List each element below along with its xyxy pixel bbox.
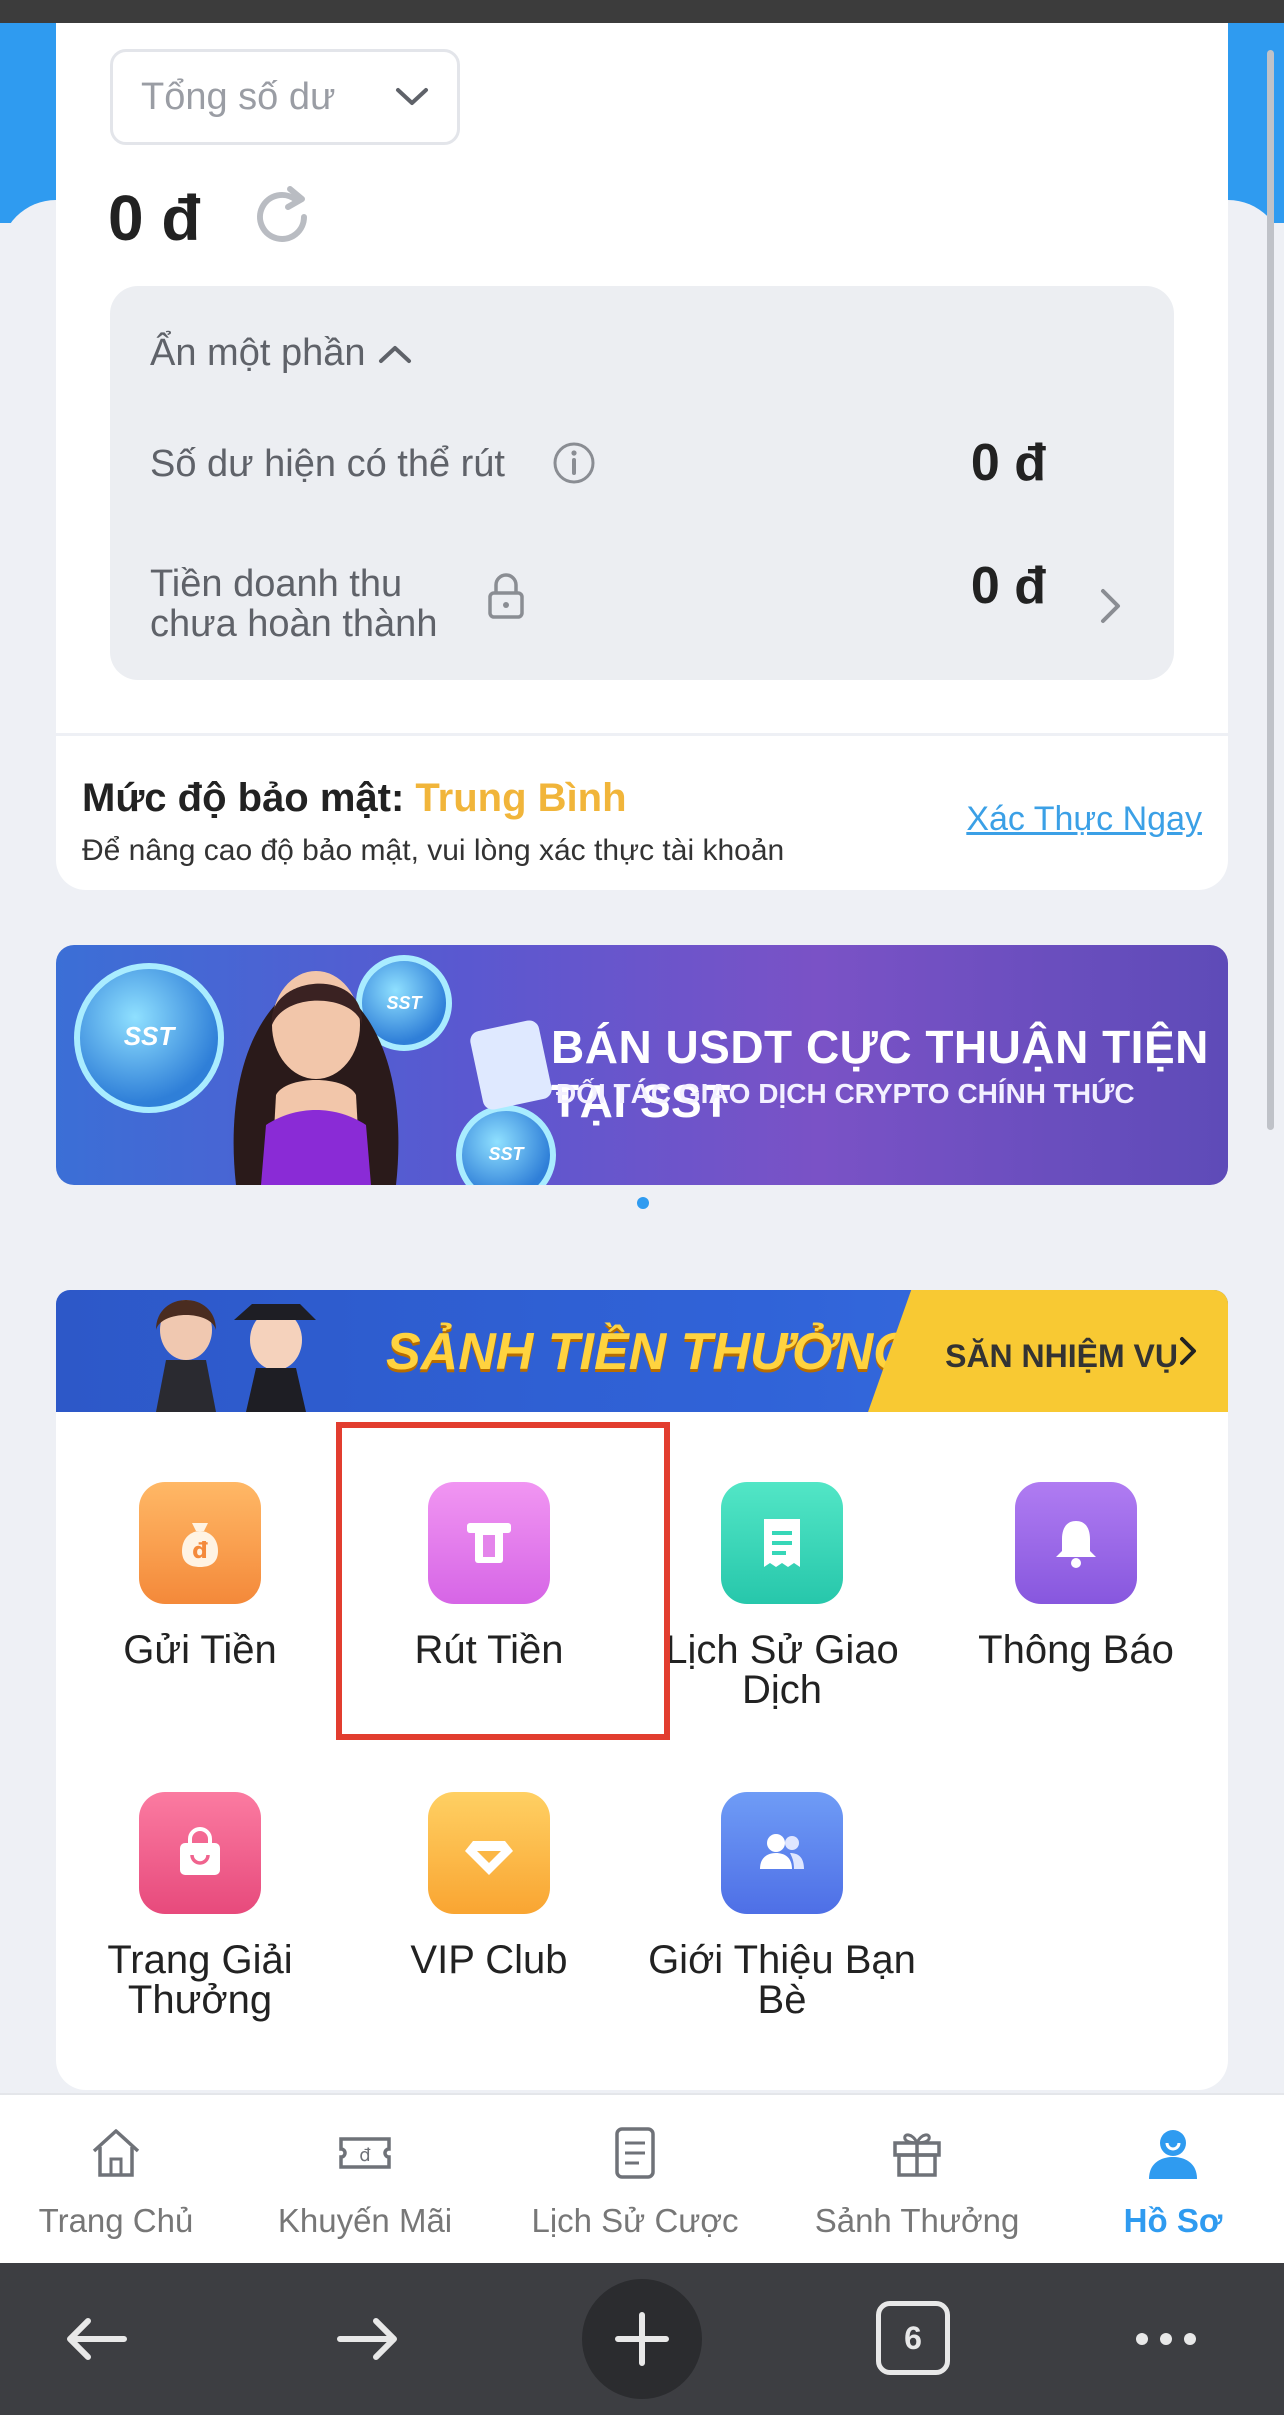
promo-headline: BÁN USDT CỰC THUẬN TIỆN TẠI SST [551,1021,1209,1127]
document-icon [615,2127,655,2179]
nav-home-label: Trang Chủ [38,2202,194,2239]
browser-toolbar: 6 [0,2263,1284,2415]
rewards-page-label-line1: Trang Giải [107,1938,293,1982]
diamond-icon [428,1792,550,1914]
nav-profile-label: Hồ Sơ [1123,2202,1223,2239]
nav-reward-hall-label: Sảnh Thưởng [814,2202,1020,2239]
promo-banner[interactable]: SST SST SST BÁN USDT CỰC THUẬN TIỆN TẠI … [56,945,1228,1185]
reward-hall-title: SẢNH TIỀN THƯỞNG [386,1323,914,1381]
sst-coin-icon: SST [456,1105,556,1185]
bottom-navigation: Trang Chủ đ Khuyến Mãi Lịch Sử Cược Sảnh… [0,2093,1284,2263]
deposit-button[interactable]: đ Gửi Tiền [55,1482,345,1670]
security-description: Để nâng cao độ bảo mật, vui lòng xác thự… [82,834,785,867]
total-balance-amount: 0 đ [108,182,201,254]
receipt-icon [721,1482,843,1604]
svg-text:đ: đ [359,2145,371,2166]
scrollbar[interactable] [1267,50,1274,1130]
verify-now-link[interactable]: Xác Thực Ngay [966,800,1202,839]
chevron-down-icon [396,88,428,105]
security-label: Mức độ bảo mật: [82,776,416,820]
info-icon[interactable] [551,440,597,486]
nav-home[interactable]: Trang Chủ [36,2121,196,2240]
promo-subline: ĐỐI TÁC GIAO DỊCH CRYPTO CHÍNH THỨC [556,1078,1135,1109]
collapse-label: Ẩn một phần [150,332,366,374]
svg-text:đ: đ [192,1539,208,1564]
collapse-toggle[interactable]: Ẩn một phần [150,332,413,375]
highlight-box [336,1422,670,1740]
characters-illustration [156,1300,316,1412]
nav-promotions[interactable]: đ Khuyến Mãi [272,2121,458,2240]
profile-icon [1149,2130,1197,2179]
deposit-label: Gửi Tiền [123,1628,277,1672]
carousel-indicator[interactable] [637,1197,649,1209]
lock-icon [488,573,524,619]
security-title: Mức độ bảo mật: Trung Bình [82,776,627,821]
vip-club-button[interactable]: VIP Club [344,1792,634,1980]
reward-hall-banner[interactable]: SẢNH TIỀN THƯỞNG SĂN NHIỆM VỤ [56,1290,1228,1412]
transaction-history-button[interactable]: Lịch Sử Giao Dịch [637,1482,927,1710]
security-section: Mức độ bảo mật: Trung Bình Để nâng cao đ… [56,733,1228,890]
hunt-mission-label: SĂN NHIỆM VỤ [945,1338,1178,1374]
home-icon [92,2129,140,2177]
money-bag-icon: đ [139,1482,261,1604]
transaction-history-label-line2: Dịch [741,1668,823,1712]
refer-friends-button[interactable]: Giới Thiệu Bạn Bè [637,1792,927,2020]
balance-type-select[interactable]: Tổng số dư [110,49,460,145]
notifications-button[interactable]: Thông Báo [931,1482,1221,1670]
nav-bet-history-label: Lịch Sử Cược [531,2202,739,2239]
forward-arrow-icon[interactable] [326,2297,410,2381]
notifications-label: Thông Báo [978,1628,1174,1672]
model-illustration [233,971,399,1185]
balance-card: Tổng số dư 0 đ Ẩn một phần Số dư hiện có… [56,23,1228,890]
refer-friends-label-line2: Bè [757,1978,807,2022]
new-tab-plus-icon[interactable] [580,2277,704,2401]
tab-count: 6 [904,2319,922,2356]
more-options-icon[interactable] [1124,2297,1208,2381]
chevron-right-icon [1180,1337,1196,1365]
wallet-icon [468,1018,554,1112]
gift-icon [893,2133,941,2177]
turnover-value: 0 đ [970,557,1046,615]
ticket-icon: đ [339,2137,391,2169]
turnover-label-line2: chưa hoàn thành [150,603,438,645]
rewards-page-button[interactable]: Trang Giải Thưởng [55,1792,345,2020]
chevron-right-icon[interactable] [1098,586,1124,626]
balance-type-label: Tổng số dư [141,75,336,118]
nav-reward-hall[interactable]: Sảnh Thưởng [814,2121,1020,2240]
security-level: Trung Bình [415,776,627,820]
shopping-bag-icon [139,1792,261,1914]
rewards-page-label-line2: Thưởng [127,1978,273,2022]
refer-friends-label-line1: Giới Thiệu Bạn [648,1938,916,1982]
withdrawable-label: Số dư hiện có thể rút [150,443,505,485]
status-strip [0,0,1284,23]
turnover-label-line1: Tiền doanh thu [150,563,403,605]
withdrawable-value: 0 đ [970,434,1046,492]
back-arrow-icon[interactable] [54,2297,138,2381]
nav-promotions-label: Khuyến Mãi [277,2202,453,2239]
nav-bet-history[interactable]: Lịch Sử Cược [530,2121,740,2240]
tab-count-button[interactable]: 6 [876,2301,950,2375]
balance-details: Ẩn một phần Số dư hiện có thể rút 0 đ Ti… [110,286,1174,680]
bell-icon [1015,1482,1137,1604]
nav-profile[interactable]: Hồ Sơ [1108,2121,1238,2240]
chevron-up-icon [379,345,412,363]
transaction-history-label-line1: Lịch Sử Giao [665,1628,899,1672]
users-icon [721,1792,843,1914]
vip-club-label: VIP Club [410,1938,568,1982]
refresh-icon[interactable] [246,181,318,253]
